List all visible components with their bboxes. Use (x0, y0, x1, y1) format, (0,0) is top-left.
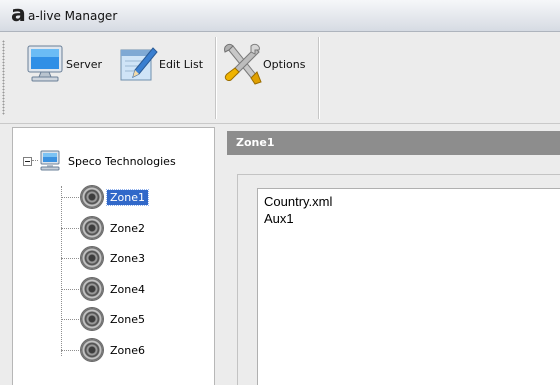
toolbar-separator (215, 37, 216, 119)
zone-file-list[interactable]: Country.xml Aux1 (257, 188, 560, 385)
server-button[interactable]: Server (24, 38, 102, 90)
collapse-toggle-icon[interactable] (23, 156, 32, 166)
zone-tree[interactable]: Speco Technologies Zone1 Zone2 Zone3 Zon… (12, 127, 215, 385)
computer-icon (40, 150, 60, 171)
tree-item-zone5[interactable]: Zone5 (61, 307, 148, 331)
speaker-icon (81, 339, 103, 361)
window-title: a-live Manager (28, 9, 118, 23)
tree-root-node[interactable]: Speco Technologies (23, 150, 176, 172)
edit-list-button[interactable]: Edit List (119, 38, 203, 90)
tree-item-label: Zone1 (105, 188, 150, 206)
tree-item-label: Zone4 (110, 282, 146, 296)
speaker-icon (81, 217, 103, 239)
options-button[interactable]: Options (221, 38, 305, 90)
speaker-icon (81, 247, 103, 269)
tree-item-label: Zone3 (110, 251, 146, 265)
server-button-label: Server (66, 57, 103, 71)
tree-root-label: Speco Technologies (68, 154, 176, 168)
tree-item-label: Zone6 (110, 343, 146, 357)
speaker-icon (81, 308, 103, 330)
edit-list-button-label: Edit List (159, 57, 204, 71)
tree-item-zone6[interactable]: Zone6 (61, 338, 148, 362)
tree-item-zone2[interactable]: Zone2 (61, 216, 148, 240)
tree-item-zone3[interactable]: Zone3 (61, 246, 148, 270)
app-logo: a (11, 2, 26, 27)
toolbar: Server Edit List Options (0, 32, 560, 124)
title-bar: a a-live Manager (0, 0, 560, 32)
panel-title: Zone1 (227, 131, 560, 155)
monitor-icon (27, 45, 63, 82)
toolbar-separator (318, 37, 319, 119)
edit-list-icon (120, 47, 158, 81)
speaker-icon (81, 278, 103, 300)
speaker-icon (81, 186, 103, 208)
tools-icon (224, 43, 262, 85)
list-item[interactable]: Country.xml (264, 194, 332, 210)
list-item[interactable]: Aux1 (264, 211, 294, 227)
tree-item-label: Zone5 (110, 312, 146, 326)
tree-item-zone4[interactable]: Zone4 (61, 277, 148, 301)
tree-item-zone1[interactable]: Zone1 (61, 185, 150, 209)
tree-item-label: Zone2 (110, 221, 146, 235)
toolbar-grip[interactable] (2, 40, 5, 115)
options-button-label: Options (263, 57, 306, 71)
